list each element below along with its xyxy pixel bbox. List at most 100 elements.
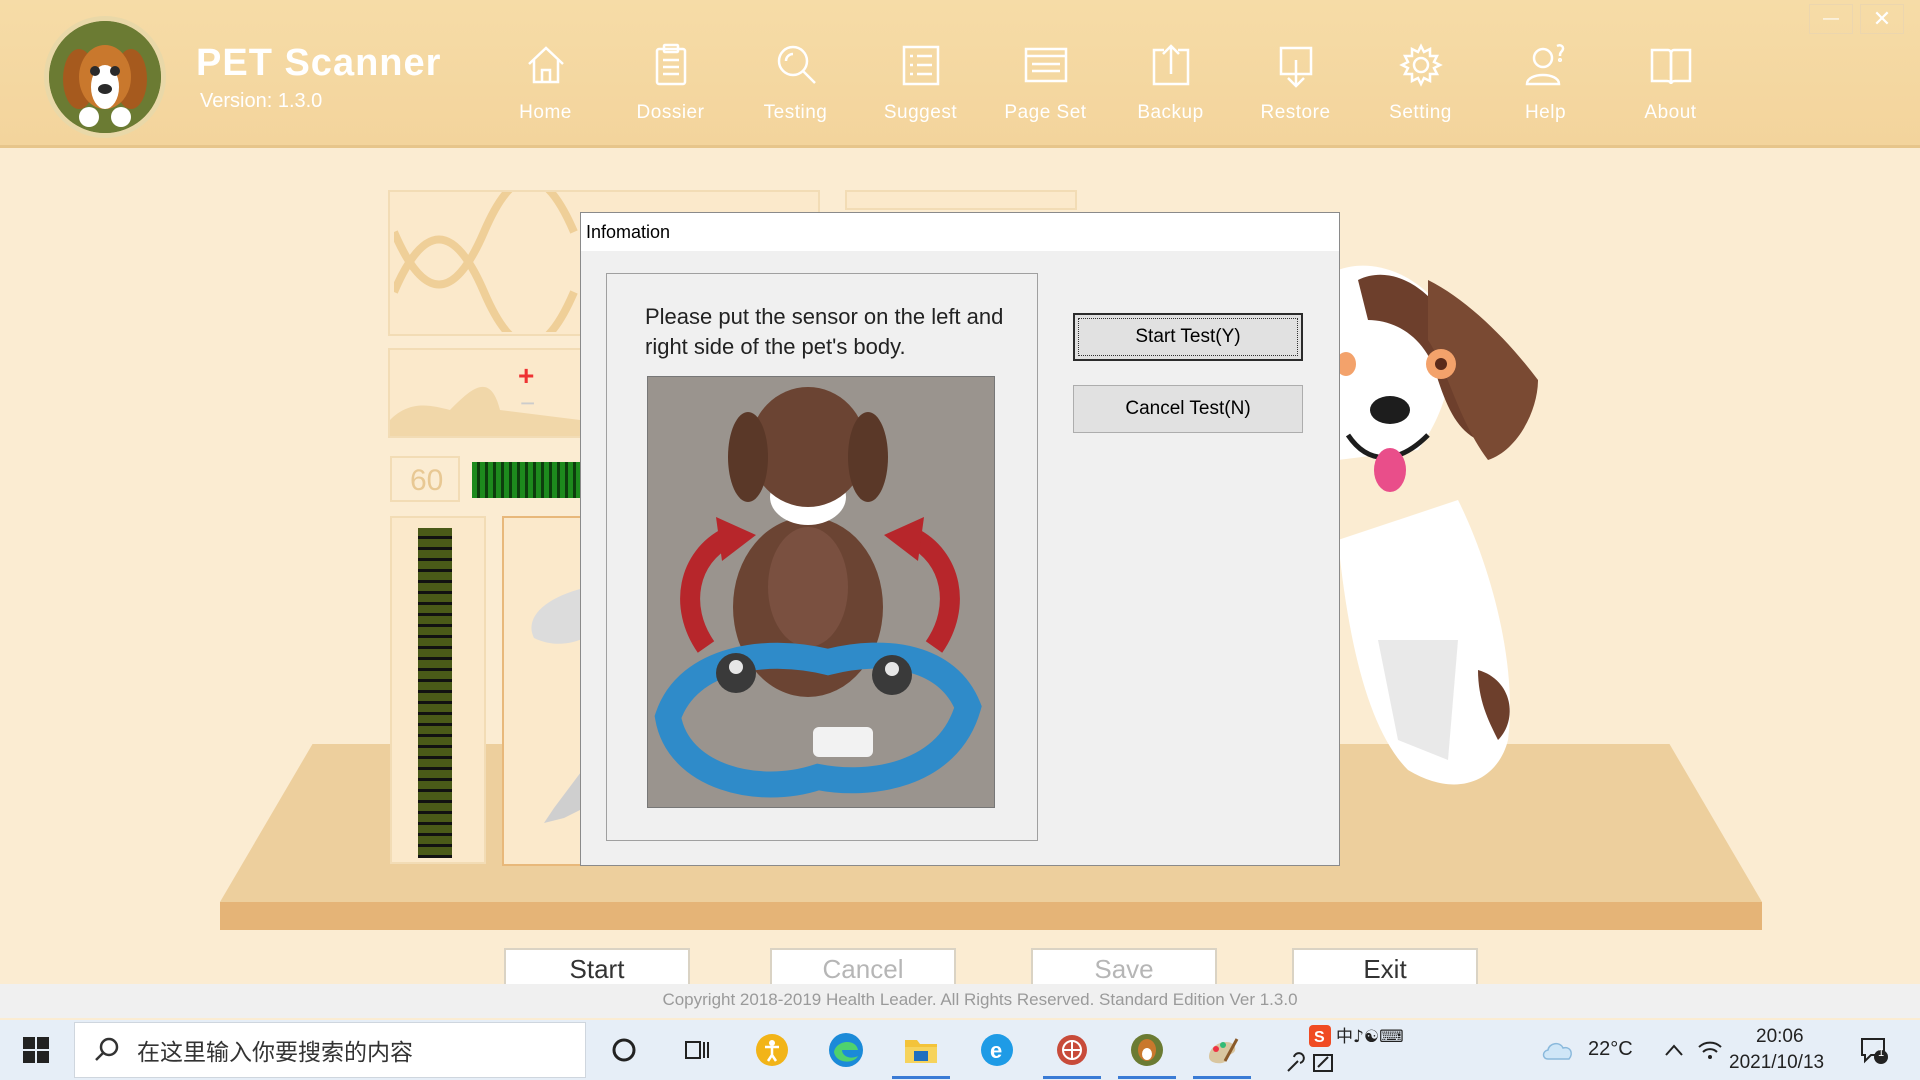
waveform-panel: + − bbox=[388, 348, 584, 438]
exit-button[interactable]: Exit bbox=[1292, 948, 1478, 988]
nav-testing[interactable]: Testing bbox=[733, 40, 858, 136]
dialog-title: Infomation bbox=[581, 213, 1339, 251]
minimize-button[interactable]: — bbox=[1809, 4, 1853, 34]
close-button[interactable]: ✕ bbox=[1860, 4, 1904, 34]
active-indicator bbox=[1043, 1076, 1101, 1079]
weather-icon[interactable] bbox=[1538, 1032, 1578, 1068]
nav-label: Suggest bbox=[883, 102, 958, 123]
nav-label: Dossier bbox=[636, 102, 705, 123]
cat-illustration bbox=[531, 588, 584, 823]
taskbar-app-paint[interactable] bbox=[1204, 1032, 1240, 1068]
s-logo-icon: S bbox=[1309, 1025, 1331, 1047]
page-icon bbox=[1024, 47, 1067, 83]
search-icon bbox=[95, 1037, 119, 1061]
nav-setting[interactable]: Setting bbox=[1358, 40, 1483, 136]
tray-ime-icons[interactable]: 中♪☯⌨ bbox=[1336, 1024, 1466, 1048]
active-indicator bbox=[892, 1076, 950, 1079]
gear-icon bbox=[1398, 43, 1443, 87]
clipboard-icon bbox=[655, 43, 686, 86]
dna-icon bbox=[394, 192, 578, 332]
windows-taskbar: 在这里输入你要搜索的内容 e S 中♪☯⌨ 22°C 20:06 2021/10… bbox=[0, 1020, 1920, 1080]
stepper-minus[interactable]: − bbox=[520, 388, 535, 419]
app-version: Version: 1.3.0 bbox=[200, 90, 323, 112]
cat-panel bbox=[502, 516, 584, 866]
tools-icon bbox=[1287, 1052, 1333, 1072]
cloud-icon bbox=[1542, 1042, 1572, 1060]
book-icon bbox=[1650, 48, 1691, 85]
circle-icon bbox=[612, 1038, 636, 1062]
upload-icon bbox=[1152, 44, 1189, 86]
nav-label: Setting bbox=[1389, 102, 1452, 123]
rate-value: 60 bbox=[410, 464, 444, 497]
dialog-content-box: Please put the sensor on the left and ri… bbox=[606, 273, 1038, 841]
tray-sogou-icon[interactable]: S bbox=[1306, 1024, 1334, 1048]
browser-e-icon: e bbox=[981, 1034, 1013, 1066]
main-nav: Home Dossier Testing Suggest Page Set Ba… bbox=[483, 40, 1733, 136]
save-button[interactable]: Save bbox=[1031, 948, 1217, 988]
nav-label: Restore bbox=[1260, 102, 1331, 123]
taskbar-app-pet-scanner[interactable] bbox=[1129, 1032, 1165, 1068]
svg-text:e: e bbox=[990, 1038, 1002, 1063]
taskbar-app-edge[interactable] bbox=[828, 1032, 864, 1068]
taskbar-search[interactable]: 在这里输入你要搜索的内容 bbox=[74, 1022, 586, 1078]
nav-home[interactable]: Home bbox=[483, 40, 608, 136]
cancel-button[interactable]: Cancel bbox=[770, 948, 956, 988]
taskbar-app-globe[interactable] bbox=[1054, 1032, 1090, 1068]
tray-network-button[interactable] bbox=[1692, 1032, 1728, 1068]
dog-illustration bbox=[1338, 265, 1538, 785]
download-icon bbox=[1279, 46, 1312, 88]
task-view-button[interactable] bbox=[678, 1032, 714, 1068]
nav-restore[interactable]: Restore bbox=[1233, 40, 1358, 136]
nav-page-set[interactable]: Page Set bbox=[983, 40, 1108, 136]
nav-label: Testing bbox=[763, 102, 828, 123]
nav-label: About bbox=[1644, 102, 1697, 123]
rate-display: 60 bbox=[390, 456, 460, 502]
sensor-illustration bbox=[648, 377, 994, 807]
table-edge bbox=[220, 902, 1762, 930]
pet-scanner-icon bbox=[1131, 1034, 1163, 1066]
clock-date[interactable]: 2021/10/13 bbox=[1729, 1052, 1824, 1074]
dialog-message: Please put the sensor on the left and ri… bbox=[645, 304, 1004, 359]
weather-temperature[interactable]: 22°C bbox=[1588, 1038, 1633, 1061]
taskbar-app-explorer[interactable] bbox=[903, 1032, 939, 1068]
notification-icon bbox=[1861, 1038, 1888, 1064]
nav-label: Home bbox=[519, 102, 572, 123]
chevron-up-icon bbox=[1665, 1044, 1683, 1056]
taskbar-app-ie[interactable]: e bbox=[979, 1032, 1015, 1068]
nav-backup[interactable]: Backup bbox=[1108, 40, 1233, 136]
active-indicator bbox=[1193, 1076, 1251, 1079]
nav-about[interactable]: About bbox=[1608, 40, 1733, 136]
taskbar-app-accessibility[interactable] bbox=[754, 1032, 790, 1068]
paint-icon bbox=[1209, 1038, 1239, 1064]
notification-center-button[interactable]: 1 bbox=[1856, 1032, 1892, 1068]
globe-icon bbox=[1057, 1035, 1087, 1065]
waveform-icon bbox=[390, 386, 580, 436]
app-header: PET Scanner Version: 1.3.0 Home Dossier … bbox=[0, 0, 1920, 148]
user-question-icon bbox=[1525, 44, 1564, 86]
app-title: PET Scanner bbox=[196, 42, 442, 84]
notification-count: 1 bbox=[1878, 1047, 1885, 1059]
nav-suggest[interactable]: Suggest bbox=[858, 40, 983, 136]
start-test-button[interactable]: Start Test(Y) bbox=[1073, 313, 1303, 361]
cancel-test-button[interactable]: Cancel Test(N) bbox=[1073, 385, 1303, 433]
copyright-text: Copyright 2018-2019 Health Leader. All R… bbox=[662, 990, 1298, 1009]
nav-dossier[interactable]: Dossier bbox=[608, 40, 733, 136]
active-indicator bbox=[1118, 1076, 1176, 1079]
nav-label: Page Set bbox=[1004, 102, 1087, 123]
tray-chevron-button[interactable] bbox=[1656, 1032, 1692, 1068]
vertical-meter-panel bbox=[390, 516, 486, 864]
svg-text:中♪☯⌨: 中♪☯⌨ bbox=[1336, 1027, 1404, 1047]
cortana-button[interactable] bbox=[606, 1032, 642, 1068]
nav-label: Help bbox=[1524, 102, 1567, 123]
level-meter-horizontal bbox=[472, 462, 580, 498]
start-button[interactable]: Start bbox=[504, 948, 690, 988]
tray-tools-icons[interactable] bbox=[1282, 1050, 1342, 1076]
minimize-icon: — bbox=[1823, 10, 1839, 27]
edge-icon bbox=[829, 1033, 863, 1067]
start-menu-button[interactable] bbox=[18, 1032, 54, 1068]
clock-time[interactable]: 20:06 bbox=[1756, 1026, 1804, 1048]
search-placeholder: 在这里输入你要搜索的内容 bbox=[137, 1039, 413, 1065]
folder-icon bbox=[905, 1040, 937, 1063]
nav-help[interactable]: Help bbox=[1483, 40, 1608, 136]
magnifier-icon bbox=[777, 45, 816, 84]
